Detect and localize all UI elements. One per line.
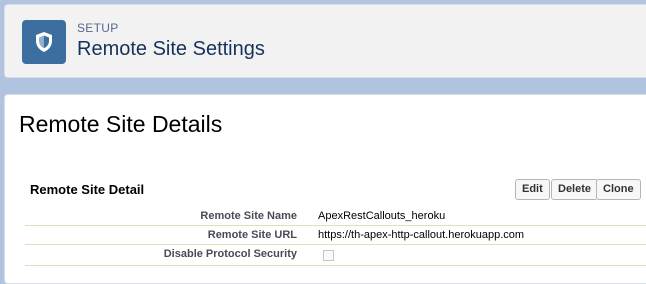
row-divider	[25, 225, 646, 226]
edit-button[interactable]: Edit	[515, 179, 550, 200]
disable-protocol-security-checkbox	[323, 250, 334, 261]
setup-header: SETUP Remote Site Settings	[4, 4, 646, 78]
remote-site-url-value: https://th-apex-http-callout.herokuapp.c…	[318, 229, 525, 241]
setup-shield-icon	[22, 20, 66, 64]
page-heading: Remote Site Details	[19, 111, 223, 137]
row-divider	[25, 265, 646, 266]
row-divider	[25, 244, 646, 245]
remote-site-name-value: ApexRestCallouts_heroku	[318, 210, 446, 222]
setup-eyebrow: SETUP	[77, 21, 119, 35]
clone-button[interactable]: Clone	[596, 179, 641, 200]
remote-site-name-label: Remote Site Name	[200, 210, 297, 222]
page-title: Remote Site Settings	[77, 38, 265, 60]
delete-button[interactable]: Delete	[551, 179, 599, 200]
main-panel: Remote Site Details Remote Site Detail E…	[4, 94, 646, 284]
disable-protocol-security-label: Disable Protocol Security	[163, 248, 297, 260]
section-title: Remote Site Detail	[30, 182, 145, 197]
remote-site-url-label: Remote Site URL	[207, 229, 297, 241]
